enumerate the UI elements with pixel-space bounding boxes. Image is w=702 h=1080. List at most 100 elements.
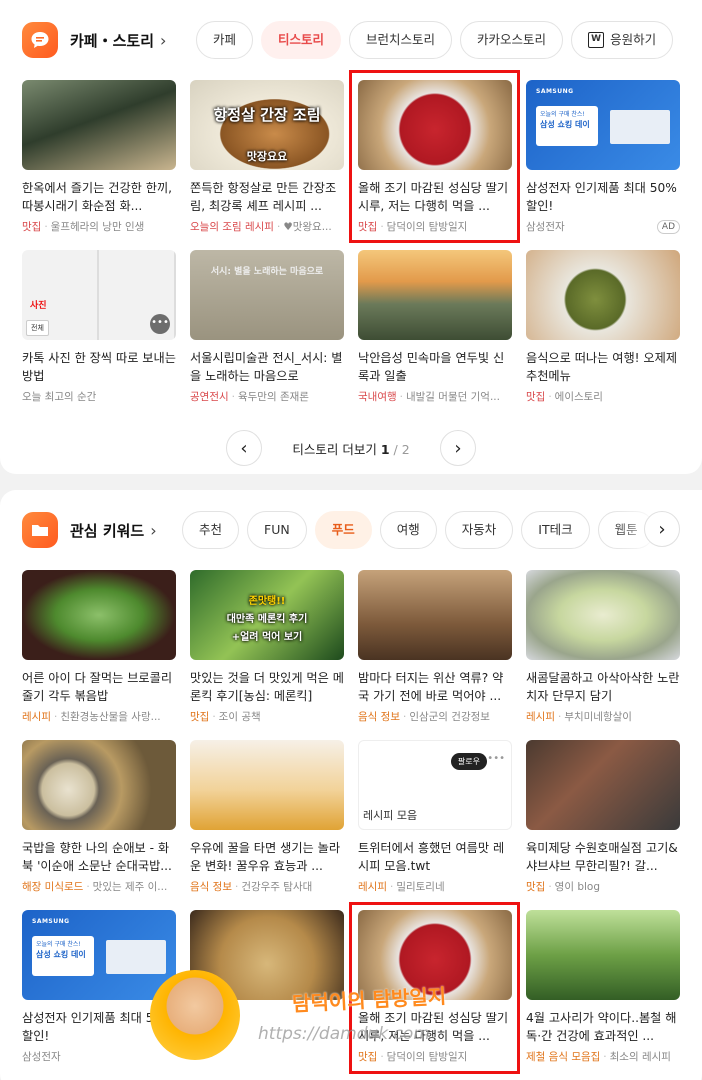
- item-title: 어른 아이 다 잘먹는 브로콜리 줄기 각두 볶음밥: [22, 671, 173, 703]
- item-title: 낙안읍성 민속마을 연두빛 신록과 일출: [358, 351, 505, 383]
- thumbnail: 존맛탱!! 대만족 메론킥 후기 +얼려 먹어 보기: [190, 570, 344, 660]
- thumbnail: [22, 80, 176, 170]
- tab-food[interactable]: 푸드: [314, 511, 372, 549]
- item-meta: 맛집 · 영이 blog: [526, 881, 601, 893]
- item-meta: 레시피 · 밀리토리네: [358, 881, 445, 893]
- thumbnail: [190, 740, 344, 830]
- thumbnail: [358, 570, 512, 660]
- item-meta: 해장 미식로드 · 맛있는 제주 이...: [22, 881, 168, 893]
- tab-tistory[interactable]: 티스토리: [261, 21, 342, 59]
- list-item[interactable]: 밤마다 터지는 위산 역류? 약국 가기 전에 바로 먹어야 ... 음식 정보…: [358, 570, 512, 724]
- thumbnail: [526, 570, 680, 660]
- item-title: 트위터에서 흥했던 여름맛 레시피 모음.twt: [358, 841, 505, 873]
- tab-cheer[interactable]: W 응원하기: [571, 21, 674, 59]
- item-title: 육미제당 수원호매실점 고기&샤브샤브 무한리필?! 갈...: [526, 841, 678, 873]
- list-item[interactable]: 사진 전체 ••• 카톡 사진 한 장씩 따로 보내는 방법 오늘 최고의 순간: [22, 250, 176, 404]
- list-item[interactable]: 음식으로 떠나는 여행! 오제제 추천메뉴 맛집 · 에이스토리: [526, 250, 680, 404]
- list-item[interactable]: 국밥을 향한 나의 순애보 - 화북 '이순애 소문난 순대국밥... 해장 미…: [22, 740, 176, 894]
- pager-label[interactable]: 티스토리 더보기 1 / 2: [292, 439, 409, 458]
- item-meta: 국내여행 · 내발길 머물던 기억...: [358, 391, 500, 403]
- item-title: 삼성전자 인기제품 최대 50% 할인!: [526, 181, 677, 213]
- list-item[interactable]: 우유에 꿀을 타면 생기는 놀라운 변화! 꿀우유 효능과 ... 음식 정보 ·…: [190, 740, 344, 894]
- item-meta: 레시피 · 부치미네항살이: [526, 711, 632, 723]
- list-item[interactable]: 어른 아이 다 잘먹는 브로콜리 줄기 각두 볶음밥 레시피 · 친환경농산물을 사…: [22, 570, 176, 724]
- thumbnail: [526, 250, 680, 340]
- item-meta: 맛집 · 조이 공책: [190, 711, 261, 723]
- list-item[interactable]: 팔로우 ••• 레시피 모음 트위터에서 흥했던 여름맛 레시피 모음.twt …: [358, 740, 512, 894]
- speech-bubble-icon: [22, 22, 58, 58]
- folder-icon: [22, 512, 58, 548]
- prev-page-button[interactable]: ‹: [226, 430, 262, 466]
- thumbnail: SAMSUNG 오늘의 구매 찬스! 삼성 쇼킹 데이: [526, 80, 680, 170]
- chevron-right-icon: ›: [160, 30, 167, 50]
- tab-cafe[interactable]: 카페: [196, 21, 254, 59]
- cheer-w-icon: W: [588, 32, 605, 48]
- tab-recommend[interactable]: 추천: [182, 511, 240, 549]
- thumbnail: [526, 910, 680, 1000]
- list-item[interactable]: 낙안읍성 민속마을 연두빛 신록과 일출 국내여행 · 내발길 머물던 기억...: [358, 250, 512, 404]
- thumbnail: 사진 전체 •••: [22, 250, 176, 340]
- next-page-button[interactable]: ›: [440, 430, 476, 466]
- watermark-url: https://damduk.com: [258, 1024, 430, 1044]
- section-cafe-story: 카페・스토리 › 카페 티스토리 브런치스토리 카카오스토리 W 응원하기 한옥…: [0, 0, 702, 474]
- item-title: 국밥을 향한 나의 순애보 - 화북 '이순애 소문난 순대국밥...: [22, 841, 172, 873]
- item-meta: 맛집 · 울프헤라의 낭만 인생: [22, 221, 145, 233]
- tab-kakaostory[interactable]: 카카오스토리: [460, 21, 564, 59]
- grid-icon: 전체: [26, 320, 49, 336]
- list-item[interactable]: 존맛탱!! 대만족 메론킥 후기 +얼려 먹어 보기 맛있는 것을 더 맛있게 …: [190, 570, 344, 724]
- item-title: 쫀득한 항정살로 만든 간장조림, 최강록 셰프 레시피 ...: [190, 181, 337, 213]
- thumbnail: [22, 740, 176, 830]
- list-item[interactable]: 4월 고사리가 약이다..봄철 해독·간 건강에 효과적인 ... 제철 음식 …: [526, 910, 680, 1064]
- ad-badge: AD: [656, 220, 680, 234]
- tab-brunch[interactable]: 브런치스토리: [349, 21, 453, 59]
- item-meta: 제철 음식 모음집 · 최소의 레시피: [526, 1051, 671, 1063]
- list-item[interactable]: 새콤달콤하고 아삭아삭한 노란 치자 단무지 담기 레시피 · 부치미네항살이: [526, 570, 680, 724]
- item-meta: 삼성전자: [22, 1051, 61, 1063]
- section-title: 카페・스토리: [70, 31, 155, 50]
- section-header[interactable]: 카페・스토리 ›: [22, 22, 166, 58]
- tab-chips: 카페 티스토리 브런치스토리 카카오스토리 W 응원하기: [196, 21, 674, 59]
- item-title: 한옥에서 즐기는 건강한 한끼, 따봉시래기 화순점 화...: [22, 181, 173, 213]
- tab-ittech[interactable]: IT테크: [521, 511, 590, 549]
- pagination: ‹ 티스토리 더보기 1 / 2 ›: [226, 430, 476, 466]
- avatar: [150, 970, 240, 1060]
- ad-item[interactable]: SAMSUNG 오늘의 구매 찬스! 삼성 쇼킹 데이 삼성전자 인기제품 최대 …: [22, 910, 176, 1064]
- follow-button[interactable]: 팔로우: [450, 753, 487, 770]
- item-title: 새콤달콤하고 아삭아삭한 노란 치자 단무지 담기: [526, 671, 680, 703]
- tab-travel[interactable]: 여행: [379, 511, 437, 549]
- item-title: 밤마다 터지는 위산 역류? 약국 가기 전에 바로 먹어야 ...: [358, 671, 504, 703]
- list-item[interactable]: 한옥에서 즐기는 건강한 한끼, 따봉시래기 화순점 화... 맛집 · 울프헤라의…: [22, 80, 176, 234]
- item-title: 맛있는 것을 더 맛있게 먹은 메론킥 후기[농심: 메론킥]: [190, 671, 344, 703]
- list-item[interactable]: 육미제당 수원호매실점 고기&샤브샤브 무한리필?! 갈... 맛집 · 영이 bl…: [526, 740, 680, 894]
- item-title: 음식으로 떠나는 여행! 오제제 추천메뉴: [526, 351, 678, 383]
- ad-item[interactable]: SAMSUNG 오늘의 구매 찬스! 삼성 쇼킹 데이 삼성전자 인기제품 최대 …: [526, 80, 680, 234]
- thumbnail: [22, 570, 176, 660]
- thumbnail: 서시: 별을 노래하는 마음으로: [190, 250, 344, 340]
- item-title: 4월 고사리가 약이다..봄철 해독·간 건강에 효과적인 ...: [526, 1011, 677, 1043]
- list-item[interactable]: 서시: 별을 노래하는 마음으로 서울시립미술관 전시_서시: 별을 노래하는 …: [190, 250, 344, 404]
- chips-next-button[interactable]: ›: [644, 511, 680, 547]
- chevron-right-icon: ›: [150, 520, 157, 540]
- thumbnail: 항정살 간장 조림 맛장요요: [190, 80, 344, 170]
- thumbnail: [526, 740, 680, 830]
- section-header[interactable]: 관심 키워드 ›: [22, 512, 157, 548]
- list-item[interactable]: 항정살 간장 조림 맛장요요 쫀득한 항정살로 만든 간장조림, 최강록 셰프 …: [190, 80, 344, 234]
- item-title: 우유에 꿀을 타면 생기는 놀라운 변화! 꿀우유 효능과 ...: [190, 841, 341, 873]
- tab-cheer-label: 응원하기: [610, 32, 657, 47]
- tab-car[interactable]: 자동차: [444, 511, 514, 549]
- thumbnail: 팔로우 ••• 레시피 모음: [358, 740, 512, 830]
- tab-fun[interactable]: FUN: [247, 511, 307, 549]
- section-title: 관심 키워드: [70, 521, 145, 540]
- item-meta: 레시피 · 친환경농산물을 사랑...: [22, 711, 161, 723]
- highlight-box: [349, 70, 520, 243]
- item-meta: 공연전시 · 육두만의 존재론: [190, 391, 309, 403]
- item-meta: 오늘 최고의 순간: [22, 391, 97, 403]
- thumbnail: [358, 250, 512, 340]
- item-meta: 음식 정보 · 인삼군의 건강정보: [358, 711, 490, 723]
- item-title: 서울시립미술관 전시_서시: 별을 노래하는 마음으로: [190, 351, 343, 383]
- item-title: 카톡 사진 한 장씩 따로 보내는 방법: [22, 351, 176, 383]
- item-meta: 음식 정보 · 건강우주 탐사대: [190, 881, 313, 893]
- item-meta: 오늘의 조림 레시피 · ♥맛왕요...: [190, 221, 332, 233]
- more-icon: •••: [487, 753, 505, 764]
- item-meta: 맛집 · 에이스토리: [526, 391, 603, 403]
